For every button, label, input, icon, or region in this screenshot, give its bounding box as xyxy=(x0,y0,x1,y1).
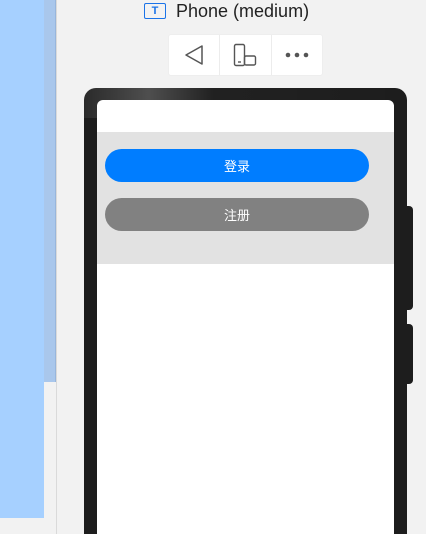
login-button[interactable]: 登录 xyxy=(105,149,369,182)
panel-divider[interactable] xyxy=(56,0,57,534)
phone-power-button xyxy=(406,324,413,384)
rotate-device-button[interactable] xyxy=(220,35,272,75)
device-title-label: Phone (medium) xyxy=(176,0,310,21)
preview-toolbar xyxy=(169,35,322,75)
left-selection-area[interactable] xyxy=(0,0,44,518)
rotate-device-icon xyxy=(234,43,257,67)
back-triangle-icon xyxy=(185,45,203,65)
more-options-icon xyxy=(285,52,309,58)
phone-volume-button xyxy=(406,206,413,310)
left-panel xyxy=(0,0,56,534)
button-container: 登录 注册 xyxy=(97,132,394,264)
more-options-button[interactable] xyxy=(272,35,322,75)
device-title: T Phone (medium) xyxy=(144,0,309,22)
text-component-icon: T xyxy=(144,3,166,19)
left-scroll-strip[interactable] xyxy=(44,0,56,382)
register-button[interactable]: 注册 xyxy=(105,198,369,231)
back-button[interactable] xyxy=(169,35,221,75)
phone-screen: 登录 注册 xyxy=(97,100,394,534)
